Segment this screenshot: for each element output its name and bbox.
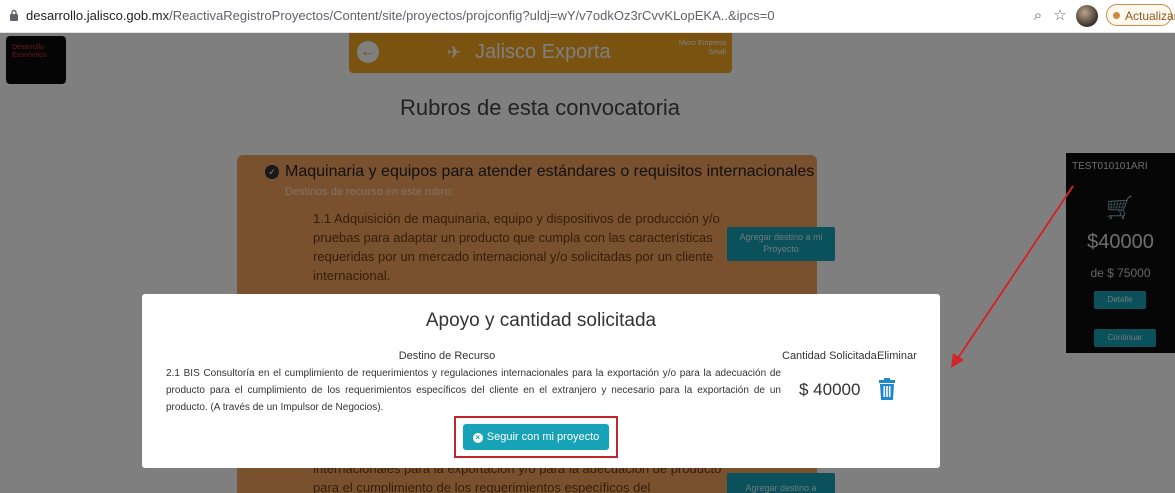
column-header-destino: Destino de Recurso <box>398 350 496 362</box>
modal-dialog: Apoyo y cantidad solicitada Destino de R… <box>142 294 940 468</box>
column-header-cantidad: Cantidad Solicitada <box>782 350 877 362</box>
destino-description: 2.1 BIS Consultoría en el cumplimiento d… <box>166 368 781 413</box>
page: Desarrollo Económico ← ✈ Jalisco Exporta… <box>0 33 1175 493</box>
close-circle-icon: × <box>472 433 483 443</box>
trash-icon[interactable] <box>877 378 897 400</box>
cantidad-value: $ 40000 <box>799 380 861 399</box>
modal-title: Apoyo y cantidad solicitada <box>425 310 657 331</box>
column-header-eliminar: Eliminar <box>877 350 917 362</box>
url-domain: desarrollo.jalisco.gob.mx <box>26 8 170 23</box>
star-icon[interactable]: ☆ <box>1051 7 1069 25</box>
lock-icon <box>10 9 18 21</box>
zoom-icon[interactable]: ⌕ <box>1029 7 1047 25</box>
profile-avatar[interactable] <box>1076 5 1098 27</box>
url-path: /ReactivaRegistroProyectos/Content/site/… <box>169 8 775 23</box>
update-button[interactable]: Actualizar <box>1106 4 1175 26</box>
address-bar[interactable]: desarrollo.jalisco.gob.mx/ReactivaRegist… <box>26 8 775 23</box>
browser-toolbar: desarrollo.jalisco.gob.mx/ReactivaRegist… <box>0 0 1175 33</box>
continue-project-button[interactable]: × Seguir con mi proyecto <box>463 424 609 450</box>
continue-project-label: Seguir con mi proyecto <box>486 431 600 443</box>
